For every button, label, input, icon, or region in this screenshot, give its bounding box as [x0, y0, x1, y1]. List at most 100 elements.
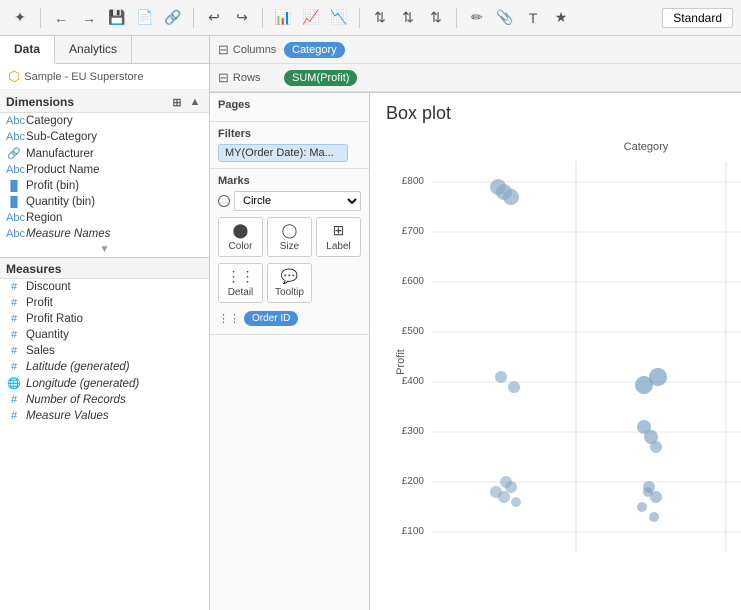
sep3 — [262, 8, 263, 28]
field-label: Quantity — [26, 329, 69, 341]
field-latitude[interactable]: # Latitude (generated) — [0, 359, 209, 375]
field-label: Quantity (bin) — [26, 196, 95, 208]
measures-section-header: Measures — [0, 258, 209, 279]
rows-label: ⊟ Rows — [218, 70, 278, 86]
filters-card: Filters MY(Order Date): Ma... — [210, 122, 369, 169]
label-icon: ⊞ — [333, 222, 345, 239]
field-quantity[interactable]: # Quantity — [0, 327, 209, 343]
field-longitude[interactable]: 🌐 Longitude (generated) — [0, 375, 209, 392]
save-icon[interactable]: 💾 — [105, 6, 129, 30]
columns-shelf: ⊟ Columns Category — [210, 36, 741, 64]
sep2 — [193, 8, 194, 28]
field-profitratio[interactable]: # Profit Ratio — [0, 311, 209, 327]
svg-text:Profit: Profit — [395, 349, 407, 375]
hash-icon: # — [6, 329, 22, 341]
rows-icon: ⊟ — [218, 70, 229, 86]
sep4 — [359, 8, 360, 28]
forward-icon[interactable]: → — [77, 6, 101, 30]
field-productname[interactable]: Abc Product Name — [0, 162, 209, 178]
hash-icon: # — [6, 410, 22, 422]
detail-button[interactable]: ⋮⋮ Detail — [218, 263, 263, 303]
redo-icon[interactable]: ↪ — [230, 6, 254, 30]
tabs: Data Analytics — [0, 36, 209, 64]
text-icon[interactable]: T — [521, 6, 545, 30]
field-profit[interactable]: # Profit — [0, 295, 209, 311]
columns-pill[interactable]: Category — [284, 42, 345, 58]
svg-text:£100: £100 — [402, 526, 425, 537]
cards-panel: Pages Filters MY(Order Date): Ma... Mark… — [210, 93, 370, 610]
color-button[interactable]: ⬤ Color — [218, 217, 263, 257]
marks-type-select[interactable]: Circle Bar Line Area Square — [234, 191, 361, 211]
detail-pill[interactable]: Order ID — [244, 311, 298, 326]
sep1 — [40, 8, 41, 28]
datasource-icon[interactable]: 🔗 — [161, 6, 185, 30]
sort-icon[interactable]: ⇅ — [396, 6, 420, 30]
toolbar: ✦ ← → 💾 📄 🔗 ↩ ↪ 📊 📈 📉 ⇅ ⇅ ⇅ ✏ 📎 T ★ Stan… — [0, 0, 741, 36]
svg-text:£800: £800 — [402, 176, 425, 187]
field-sales[interactable]: # Sales — [0, 343, 209, 359]
datasource-icon: ⬡ — [8, 68, 20, 85]
dimensions-label: Dimensions — [6, 95, 74, 109]
filter-icon[interactable]: ⇅ — [424, 6, 448, 30]
swap-icon[interactable]: ⇅ — [368, 6, 392, 30]
viz-area: Box plot Category £800 £700 £600 £500 £4… — [370, 93, 741, 610]
circle-mark-icon — [218, 195, 230, 207]
rows-pill[interactable]: SUM(Profit) — [284, 70, 357, 86]
pages-card: Pages — [210, 93, 369, 122]
filter-pill[interactable]: MY(Order Date): Ma... — [218, 144, 348, 162]
star-icon[interactable]: ★ — [549, 6, 573, 30]
field-profitbin[interactable]: ▐▌ Profit (bin) — [0, 178, 209, 194]
field-quantitybin[interactable]: ▐▌ Quantity (bin) — [0, 194, 209, 210]
field-region[interactable]: Abc Region — [0, 210, 209, 226]
tab-data[interactable]: Data — [0, 36, 55, 64]
undo-icon[interactable]: ↩ — [202, 6, 226, 30]
filters-title: Filters — [218, 128, 361, 140]
measures-label: Measures — [6, 262, 61, 276]
collapse-icon[interactable]: ▲ — [187, 94, 203, 110]
pen-icon[interactable]: ✏ — [465, 6, 489, 30]
field-label: Profit (bin) — [26, 180, 79, 192]
field-measurevalues[interactable]: # Measure Values — [0, 408, 209, 424]
field-label: Measure Names — [26, 228, 110, 240]
field-manufacturer[interactable]: 🔗 Manufacturer — [0, 145, 209, 162]
label-button[interactable]: ⊞ Label — [316, 217, 361, 257]
size-label: Size — [280, 241, 299, 252]
measures-section: Measures # Discount # Profit # Profit Ra… — [0, 257, 209, 424]
field-measurenames[interactable]: Abc Measure Names — [0, 226, 209, 242]
canvas-area: Pages Filters MY(Order Date): Ma... Mark… — [210, 93, 741, 610]
tab-analytics[interactable]: Analytics — [55, 36, 132, 63]
svg-text:£700: £700 — [402, 226, 425, 237]
abc-icon: Abc — [6, 228, 22, 240]
back-icon[interactable]: ← — [49, 6, 73, 30]
field-numrecords[interactable]: # Number of Records — [0, 392, 209, 408]
field-list: Dimensions ⊞ ▲ Abc Category Abc Sub-Cate… — [0, 90, 209, 610]
field-label: Profit — [26, 297, 53, 309]
toolbar-right: Standard — [662, 8, 733, 28]
chart2-icon[interactable]: 📈 — [299, 6, 323, 30]
marks-buttons2: ⋮⋮ Detail 💬 Tooltip — [218, 263, 361, 303]
logo-icon[interactable]: ✦ — [8, 6, 32, 30]
field-discount[interactable]: # Discount — [0, 279, 209, 295]
chart-icon[interactable]: 📊 — [271, 6, 295, 30]
clip-icon[interactable]: 📎 — [493, 6, 517, 30]
tooltip-icon: 💬 — [281, 268, 298, 285]
size-button[interactable]: ◯ Size — [267, 217, 312, 257]
marks-buttons: ⬤ Color ◯ Size ⊞ Label — [218, 217, 361, 257]
chart3-icon[interactable]: 📉 — [327, 6, 351, 30]
tooltip-button[interactable]: 💬 Tooltip — [267, 263, 312, 303]
scroll-down[interactable]: ▼ — [0, 242, 209, 257]
field-label: Sub-Category — [26, 131, 97, 143]
bar-icon: ▐▌ — [6, 197, 22, 208]
field-subcategory[interactable]: Abc Sub-Category — [0, 129, 209, 145]
color-label: Color — [229, 241, 253, 252]
hash-icon: # — [6, 313, 22, 325]
standard-button[interactable]: Standard — [662, 8, 733, 28]
hash-icon: # — [6, 345, 22, 357]
size-icon: ◯ — [282, 222, 298, 239]
field-category[interactable]: Abc Category — [0, 113, 209, 129]
addview-icon[interactable]: 📄 — [133, 6, 157, 30]
field-label: Region — [26, 212, 62, 224]
datasource-label[interactable]: Sample - EU Superstore — [24, 71, 143, 83]
hash-icon: # — [6, 394, 22, 406]
grid-icon[interactable]: ⊞ — [169, 94, 185, 110]
